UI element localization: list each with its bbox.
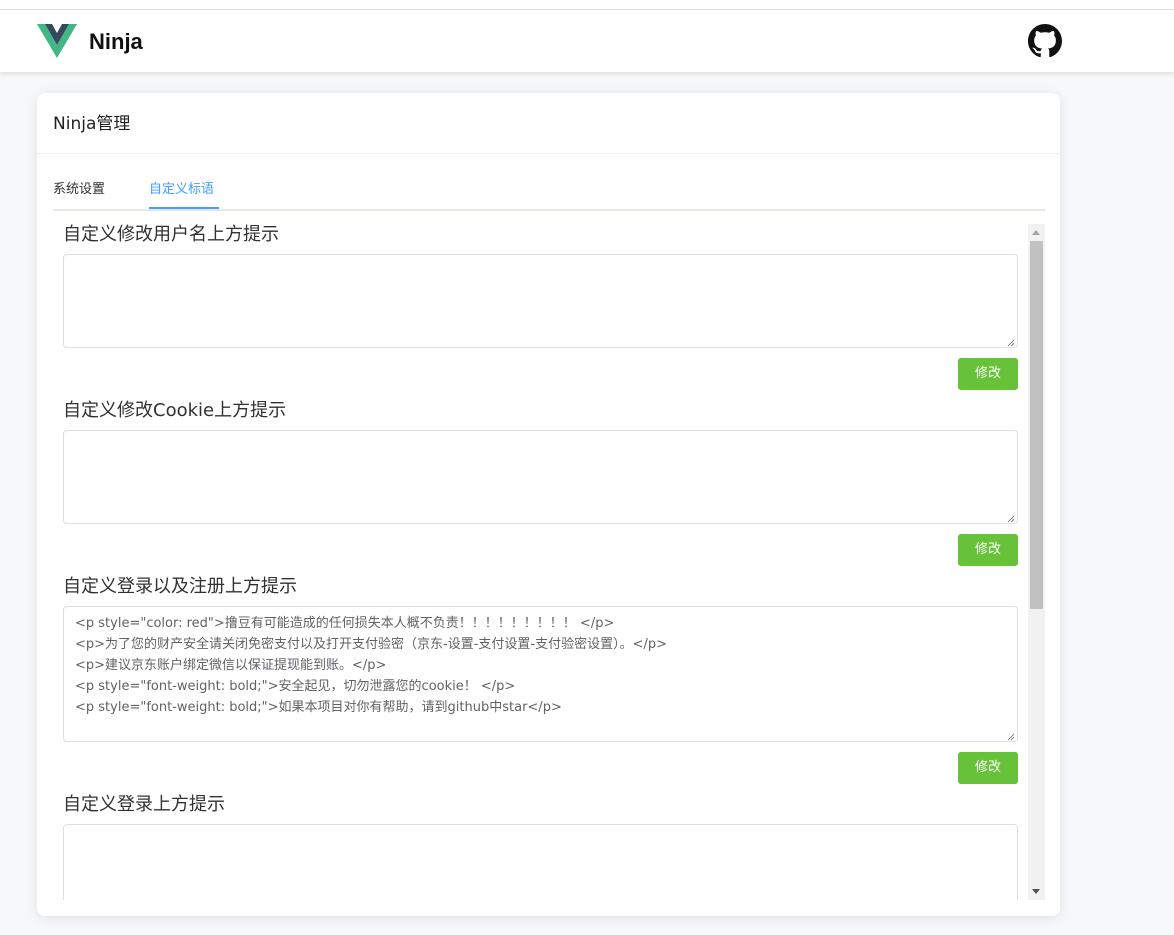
modify-button[interactable]: 修改 [958,752,1018,784]
login-register-tip-textarea[interactable]: <p style="color: red">撸豆有可能造成的任何损失本人概不负责… [63,606,1018,742]
top-border [0,0,1174,10]
section-label: 自定义修改Cookie上方提示 [63,400,287,421]
app-name[interactable]: Ninja [89,28,143,56]
section-label: 自定义修改用户名上方提示 [63,224,279,245]
modify-button[interactable]: 修改 [958,534,1018,566]
scroll-up-arrow-icon[interactable] [1032,230,1040,235]
active-tab-indicator [149,207,219,209]
section-username-tip: 自定义修改用户名上方提示 修改 [63,224,1018,394]
slogan-form-scroll-area[interactable]: 自定义修改用户名上方提示 修改 自定义修改Cookie上方提示 修改 自定义登录… [53,224,1045,900]
section-label: 自定义登录上方提示 [63,794,225,815]
scroll-down-arrow-icon[interactable] [1032,889,1040,894]
ninja-management-card: Ninja管理 系统设置 自定义标语 自定义修改用户名上方提示 修改 自定义修改… [37,93,1060,916]
scrollbar-thumb[interactable] [1030,241,1043,609]
login-tip-textarea[interactable] [63,824,1018,900]
modify-button[interactable]: 修改 [958,358,1018,390]
tabs-bar: 系统设置 自定义标语 [53,171,1045,211]
vertical-scrollbar[interactable] [1028,224,1045,900]
resize-grip-icon[interactable] [1007,515,1015,523]
resize-grip-icon[interactable] [1007,733,1015,741]
vue-logo-icon[interactable] [37,24,77,58]
top-navbar: Ninja [0,10,1174,73]
tab-custom-slogan[interactable]: 自定义标语 [149,181,214,199]
tab-system-settings[interactable]: 系统设置 [53,181,105,199]
card-title: Ninja管理 [53,114,131,134]
section-cookie-tip: 自定义修改Cookie上方提示 修改 [63,400,1018,570]
section-label: 自定义登录以及注册上方提示 [63,576,297,597]
resize-grip-icon[interactable] [1007,339,1015,347]
card-header: Ninja管理 [37,93,1060,154]
github-icon[interactable] [1028,24,1062,58]
username-tip-textarea[interactable] [63,254,1018,348]
section-login-register-tip: 自定义登录以及注册上方提示 <p style="color: red">撸豆有可… [63,576,1018,786]
section-login-tip: 自定义登录上方提示 [63,794,1018,900]
cookie-tip-textarea[interactable] [63,430,1018,524]
